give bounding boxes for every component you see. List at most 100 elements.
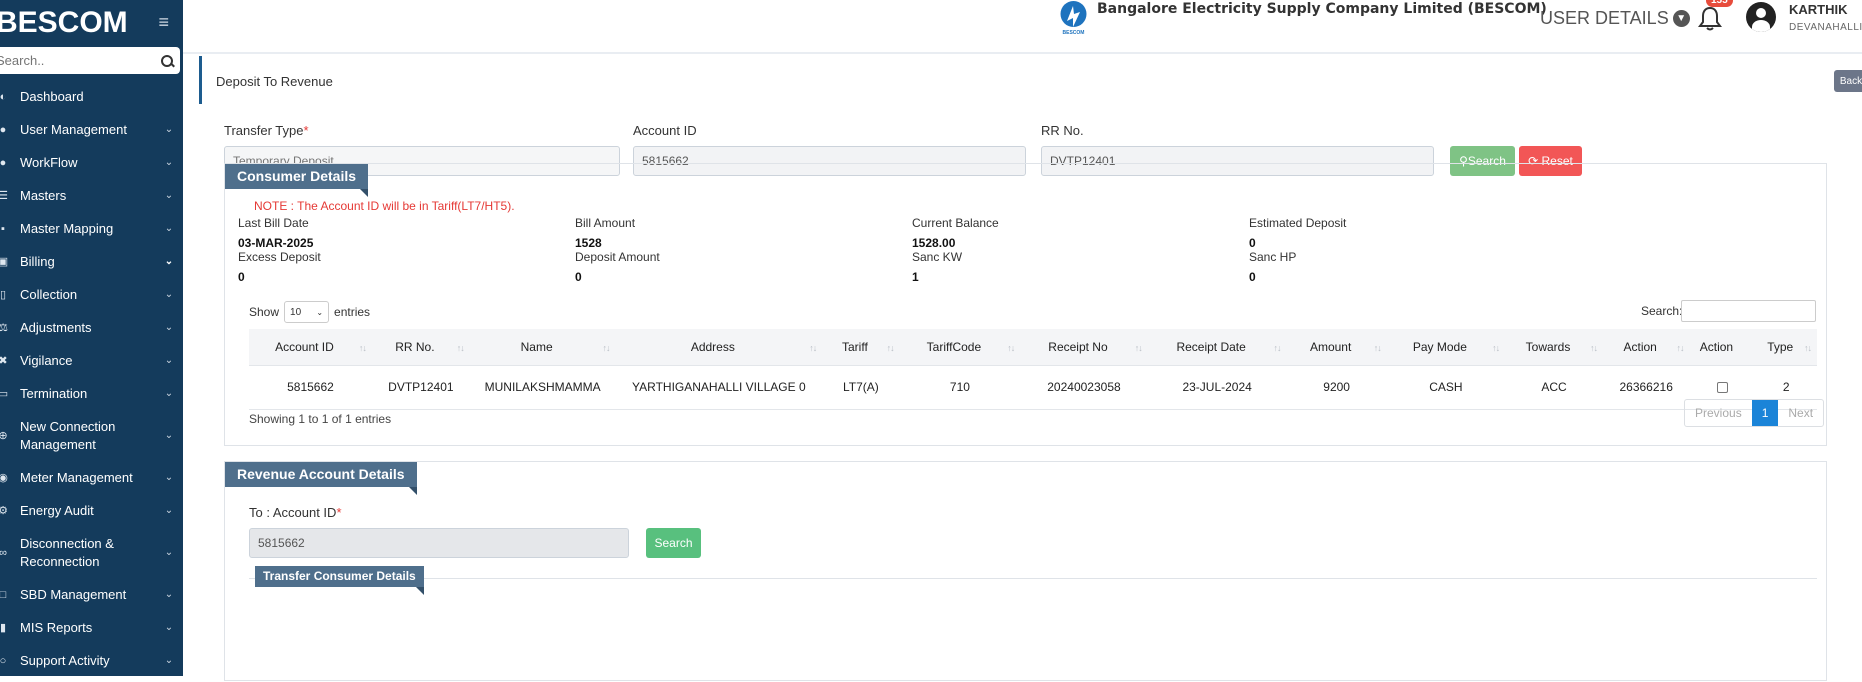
to-account-search-button[interactable]: Search (646, 528, 701, 558)
sidebar-item-label: Master Mapping (20, 220, 114, 236)
next-page-button[interactable]: Next (1778, 400, 1823, 426)
sidebar-item-meter-management[interactable]: ◉ Meter Management ⌄ (0, 461, 183, 494)
chevron-down-icon: ⌄ (164, 190, 174, 201)
balance-icon: ⚖ (0, 322, 8, 334)
column-header[interactable]: Name ↑↓ (469, 329, 616, 366)
sidebar-item-master-mapping[interactable]: ▪ Master Mapping ⌄ (0, 212, 183, 245)
chevron-down-icon: ⌄ (164, 124, 174, 135)
column-header[interactable]: Receipt No ↑↓ (1020, 329, 1148, 366)
sidebar-item-label: Meter Management (20, 469, 133, 485)
sidebar-item-new-connection-management[interactable]: ⊕ New Connection Management ⌄ (0, 410, 183, 461)
sidebar-item-label: Dashboard (20, 88, 84, 104)
table-cell: 710 (899, 365, 1021, 410)
column-header-label: Account ID (275, 339, 334, 354)
column-header[interactable]: Pay Mode ↑↓ (1386, 329, 1506, 366)
sidebar-item-termination[interactable]: ▭ Termination ⌄ (0, 377, 183, 410)
sidebar-item-sbd-management[interactable]: □ SBD Management ⌄ (0, 578, 183, 611)
sort-icon: ↑↓ (1273, 343, 1282, 353)
table-cell: CASH (1386, 365, 1506, 410)
sidebar-item-support-activity[interactable]: ○ Support Activity ⌄ (0, 644, 183, 676)
show-label: Show (249, 305, 280, 319)
column-header[interactable]: Receipt Date ↑↓ (1147, 329, 1287, 366)
column-header-label: Type (1767, 339, 1794, 354)
chevron-down-icon: ⌄ (316, 307, 324, 317)
sidebar-item-mis-reports[interactable]: ▮ MIS Reports ⌄ (0, 611, 183, 644)
table-cell: ACC (1505, 365, 1603, 410)
sidebar-item-label: WorkFlow (20, 154, 78, 170)
sidebar-item-label: MIS Reports (20, 619, 93, 635)
row-select-checkbox[interactable] (1716, 382, 1728, 394)
back-button[interactable]: Back (1834, 70, 1862, 92)
sidebar-item-vigilance[interactable]: ✖ Vigilance ⌄ (0, 344, 183, 377)
sidebar-item-workflow[interactable]: ● WorkFlow ⌄ (0, 146, 183, 179)
sitemap-icon: ▪ (1, 222, 5, 235)
sidebar-item-user-management[interactable]: ● User Management ⌄ (0, 113, 183, 146)
column-header-label: Towards (1525, 339, 1571, 354)
logo-caption: BESCOM (1063, 30, 1085, 36)
main-content: Deposit To Revenue Back Transfer Type* A… (183, 56, 1862, 681)
bell-icon[interactable] (1697, 4, 1723, 32)
sidebar-item-adjustments[interactable]: ⚖ Adjustments ⌄ (0, 311, 183, 344)
brand-logo-text: BESCOM (0, 5, 128, 39)
sort-icon: ↑↓ (1589, 343, 1598, 353)
notification-badge: 155 (1706, 0, 1733, 7)
column-header-label: Receipt No (1048, 339, 1108, 354)
page-title: Deposit To Revenue (216, 74, 333, 89)
sidebar-item-disconnection-reconnection[interactable]: ∞ Disconnection & Reconnection ⌄ (0, 527, 183, 578)
sort-icon: ↑↓ (1007, 343, 1015, 353)
sidebar-item-label: Billing (20, 253, 55, 269)
chevron-down-icon: ▼ (1672, 10, 1690, 27)
table-cell: MUNILAKSHMAMMA (469, 365, 616, 410)
column-header-label: Receipt Date (1176, 339, 1246, 354)
to-account-input[interactable] (249, 528, 629, 558)
user-details-label: USER DETAILS (1540, 8, 1669, 28)
column-header: Action (1689, 329, 1756, 366)
column-header[interactable]: Address ↑↓ (615, 329, 823, 366)
column-header[interactable]: Account ID ↑↓ (249, 329, 372, 366)
column-header[interactable]: Type ↑↓ (1755, 329, 1817, 366)
column-header[interactable]: Amount ↑↓ (1286, 329, 1387, 366)
sidebar-item-dashboard[interactable]: ◐ Dashboard (0, 80, 183, 113)
page-1-button[interactable]: 1 (1751, 400, 1779, 426)
table-cell: 5815662 (249, 365, 372, 410)
sidebar-item-label: Termination (20, 385, 88, 401)
field-label: Deposit Amount (575, 250, 660, 264)
column-header-label: TariffCode (926, 339, 982, 354)
column-header[interactable]: Towards ↑↓ (1505, 329, 1603, 366)
user-details-dropdown[interactable]: USER DETAILS ▼ (1540, 8, 1690, 29)
table-row: 5815662 DVTP12401 MUNILAKSHMAMMA YARTHIGANA… (249, 365, 1817, 410)
entries-select[interactable]: 10 ⌄ (284, 301, 330, 323)
chevron-down-icon: ⌄ (164, 547, 174, 558)
entries-length: Show 10 ⌄ entries (249, 301, 370, 323)
user-location: DEVANAHALLI (1789, 22, 1862, 33)
avatar[interactable] (1746, 2, 1776, 32)
sidebar-item-energy-audit[interactable]: ⚙ Energy Audit ⌄ (0, 494, 183, 527)
sort-icon: ↑↓ (358, 343, 367, 353)
column-header-label: Tariff (842, 339, 868, 354)
sidebar-search (0, 47, 180, 74)
user-icon: ● (0, 156, 7, 169)
chevron-down-icon: ⌄ (164, 505, 174, 516)
previous-page-button[interactable]: Previous (1685, 400, 1752, 426)
column-header[interactable]: TariffCode ↑↓ (899, 329, 1021, 366)
sidebar-item-billing[interactable]: ▣ Billing ⌄ (0, 245, 183, 278)
column-header[interactable]: RR No. ↑↓ (371, 329, 470, 366)
table-search-input[interactable] (1681, 300, 1816, 322)
chevron-down-icon: ⌄ (164, 223, 174, 234)
sidebar-item-masters[interactable]: ☰ Masters ⌄ (0, 179, 183, 212)
column-header[interactable]: Tariff ↑↓ (822, 329, 900, 366)
sidebar-search-input[interactable] (0, 53, 160, 68)
sidebar-item-collection[interactable]: ▯ Collection ⌄ (0, 278, 183, 311)
box-icon: □ (0, 588, 7, 601)
table-cell: 23-JUL-2024 (1147, 365, 1287, 410)
search-icon[interactable] (160, 54, 174, 68)
plus-circle-icon: ⊕ (0, 430, 8, 442)
menu-toggle-icon[interactable]: ≡ (158, 12, 169, 33)
sidebar-item-label: Energy Audit (20, 502, 94, 518)
field-label: Estimated Deposit (1249, 216, 1347, 230)
sort-icon: ↑↓ (602, 343, 610, 353)
sidebar-item-label: SBD Management (20, 586, 127, 602)
chevron-down-icon: ⌄ (164, 388, 174, 399)
field-value: 0 (1249, 270, 1256, 284)
column-header[interactable]: Action ↑↓ (1602, 329, 1690, 366)
